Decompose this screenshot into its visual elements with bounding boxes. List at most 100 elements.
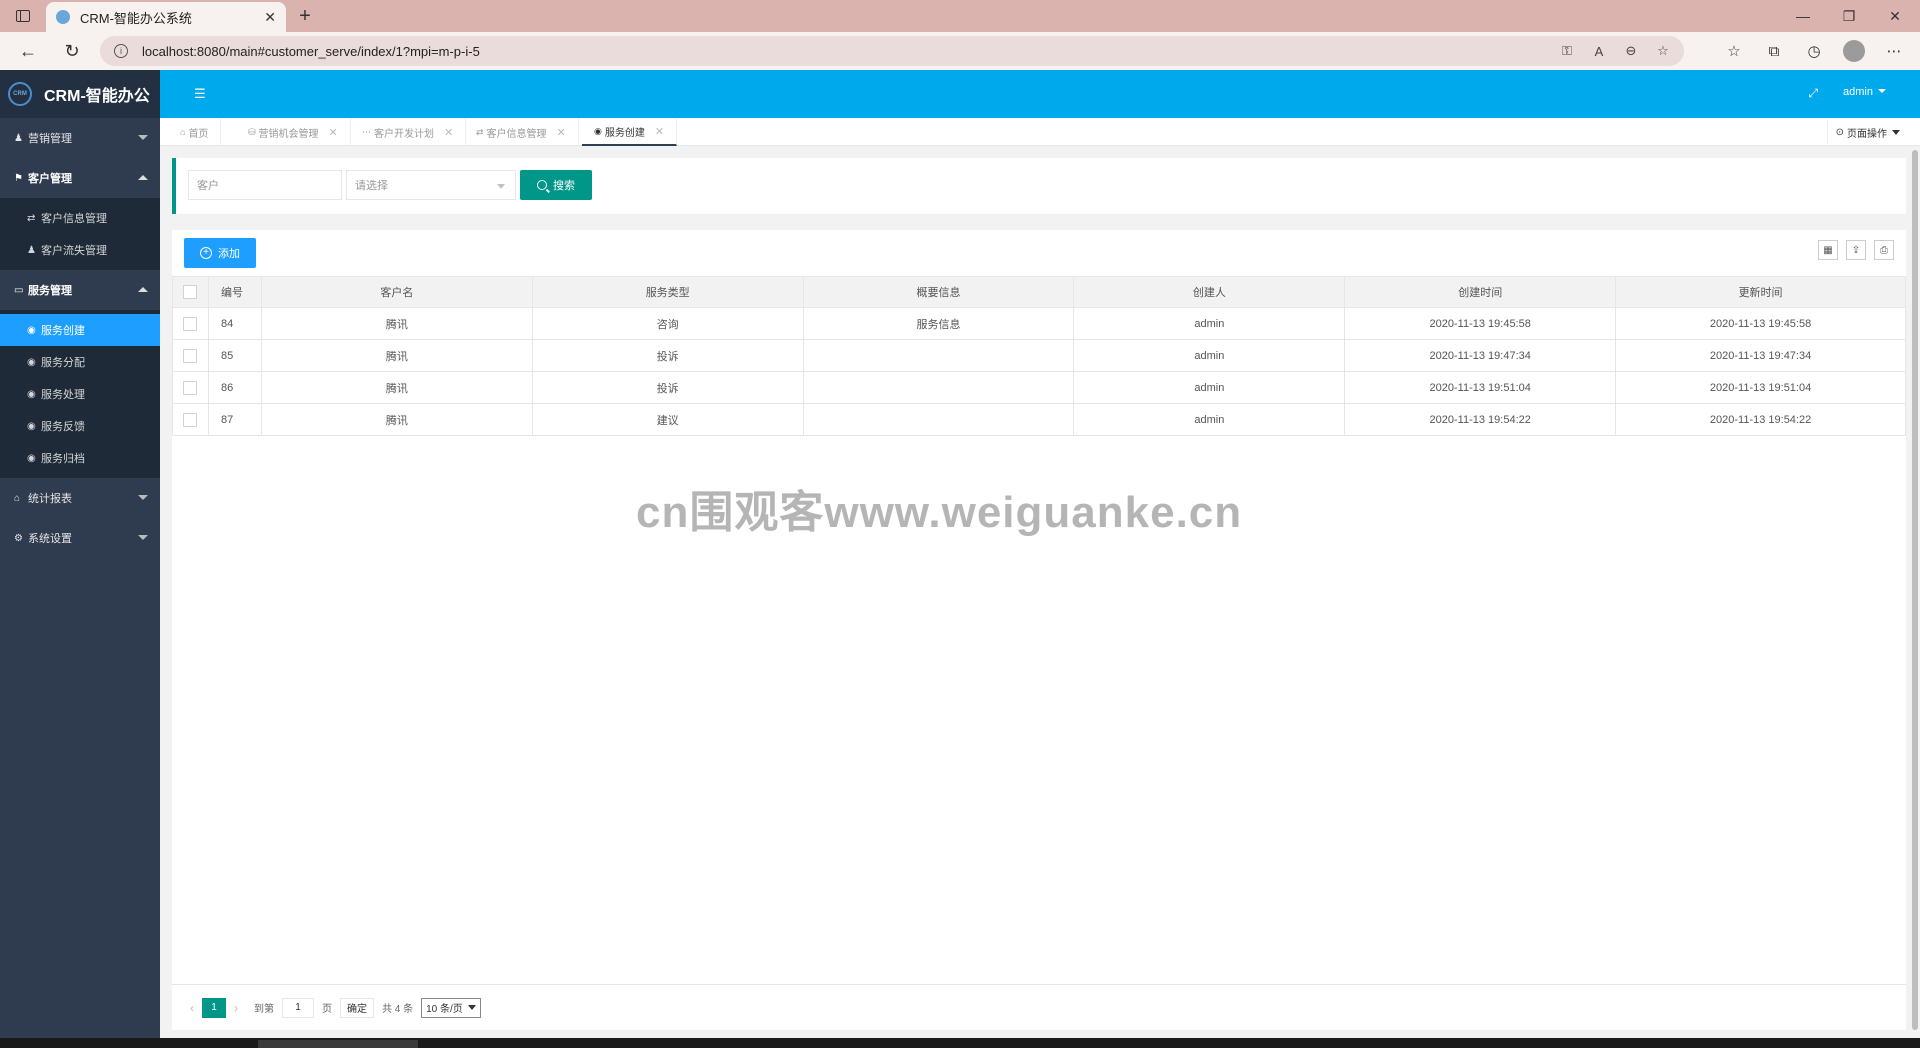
prev-page-icon[interactable]: ‹: [190, 1001, 194, 1015]
chevron-up-icon: [138, 175, 148, 180]
history-icon[interactable]: ◷: [1798, 38, 1830, 64]
favorite-star-icon[interactable]: ☆: [1652, 41, 1674, 61]
row-checkbox[interactable]: [172, 307, 209, 340]
back-icon[interactable]: ←: [14, 38, 42, 64]
read-aloud-icon[interactable]: A: [1588, 41, 1610, 61]
table-row[interactable]: 86 腾讯 投诉 admin 2020-11-13 19:51:04 2020-…: [172, 371, 1906, 404]
cell-service-type: 投诉: [531, 339, 804, 372]
cell-summary: [802, 371, 1075, 404]
cell-creator: admin: [1073, 339, 1346, 372]
page-size-select[interactable]: 10 条/页: [421, 997, 481, 1018]
column-header-created-at[interactable]: 创建时间: [1344, 276, 1617, 308]
next-page-icon[interactable]: ›: [234, 1001, 238, 1015]
refresh-icon[interactable]: ↻: [58, 38, 86, 64]
export-icon[interactable]: ⇪: [1846, 240, 1866, 260]
key-icon[interactable]: ⚿: [1556, 41, 1578, 61]
database-icon: ⛁: [248, 126, 256, 137]
plus-circle-icon: +: [200, 247, 212, 259]
cell-id: 84: [207, 307, 262, 340]
tab-home[interactable]: ⌂ 首页: [168, 118, 222, 146]
table-row[interactable]: 87 腾讯 建议 admin 2020-11-13 19:54:22 2020-…: [172, 403, 1906, 436]
browser-tab[interactable]: CRM-智能办公系统 ✕: [46, 2, 286, 32]
column-header-summary[interactable]: 概要信息: [802, 276, 1075, 308]
print-icon[interactable]: ⎙: [1874, 240, 1894, 260]
menu-group-service[interactable]: ▭ 服务管理: [0, 270, 160, 310]
column-header-updated-at[interactable]: 更新时间: [1615, 276, 1906, 308]
menu-group-settings[interactable]: ⚙ 系统设置: [0, 518, 160, 558]
column-header-creator[interactable]: 创建人: [1073, 276, 1346, 308]
cell-created-at: 2020-11-13 19:47:34: [1344, 339, 1617, 372]
chevron-up-icon: [138, 287, 148, 292]
row-checkbox[interactable]: [172, 403, 209, 436]
cell-creator: admin: [1073, 403, 1346, 436]
page-operations-dropdown[interactable]: ⊙ 页面操作: [1826, 120, 1908, 144]
fullscreen-icon[interactable]: ⤢: [1808, 86, 1818, 101]
close-tab-icon[interactable]: ✕: [329, 126, 338, 139]
column-header-customer[interactable]: 客户名: [260, 276, 533, 308]
more-icon[interactable]: ⋯: [1878, 38, 1910, 64]
search-button[interactable]: 搜索: [520, 170, 592, 200]
close-tab-icon[interactable]: ✕: [557, 126, 566, 139]
close-window-icon[interactable]: ✕: [1872, 0, 1918, 32]
select-all-checkbox[interactable]: [172, 276, 209, 308]
menu-group-customer[interactable]: ⚑ 客户管理: [0, 158, 160, 198]
info-icon[interactable]: i: [114, 44, 128, 58]
taskbar-item[interactable]: [258, 1040, 418, 1048]
page-tabs: ⌂ 首页 ⛁ 营销机会管理 ✕ ⋯ 客户开发计划 ✕ ⇄ 客户信息管理 ✕ ◉ …: [160, 118, 1920, 146]
table-row[interactable]: 85 腾讯 投诉 admin 2020-11-13 19:47:34 2020-…: [172, 339, 1906, 372]
menu-group-reports[interactable]: ⌂ 统计报表: [0, 478, 160, 518]
service-type-select[interactable]: 请选择: [346, 170, 516, 200]
page-1-button[interactable]: 1: [202, 997, 226, 1018]
confirm-page-button[interactable]: 确定: [340, 997, 374, 1018]
url-text[interactable]: localhost:8080/main#customer_serve/index…: [142, 44, 480, 59]
minimize-icon[interactable]: —: [1780, 0, 1826, 32]
tab-marketing-opportunity[interactable]: ⛁ 营销机会管理 ✕: [236, 118, 351, 146]
cell-updated-at: 2020-11-13 19:54:22: [1615, 403, 1906, 436]
page-unit-label: 页: [322, 1004, 332, 1015]
sidebar-item-service-assign[interactable]: ◉ 服务分配: [0, 346, 160, 378]
column-header-id[interactable]: 编号: [207, 276, 262, 308]
profile-icon[interactable]: [1838, 38, 1870, 64]
browser-sidebar-icon[interactable]: [10, 6, 36, 26]
close-tab-icon[interactable]: ✕: [444, 126, 453, 139]
cell-summary: [802, 339, 1075, 372]
dashboard-icon: ◉: [27, 356, 36, 368]
column-header-service-type[interactable]: 服务类型: [531, 276, 804, 308]
vertical-scrollbar[interactable]: [1912, 150, 1918, 1030]
favorites-icon[interactable]: ☆: [1718, 38, 1750, 64]
sidebar-item-service-process[interactable]: ◉ 服务处理: [0, 378, 160, 410]
chevron-down-icon: [138, 495, 148, 500]
app-logo[interactable]: CRM CRM-智能办公: [0, 70, 160, 118]
sidebar-item-customer-loss[interactable]: ♟ 客户流失管理: [0, 234, 160, 266]
restore-icon[interactable]: ❐: [1826, 0, 1872, 32]
zoom-out-icon[interactable]: ⊖: [1620, 41, 1642, 61]
cell-created-at: 2020-11-13 19:54:22: [1344, 403, 1617, 436]
sidebar-item-service-feedback[interactable]: ◉ 服务反馈: [0, 410, 160, 442]
new-tab-icon[interactable]: +: [292, 4, 318, 28]
menu-group-marketing[interactable]: ♟ 营销管理: [0, 118, 160, 158]
sidebar-item-service-create[interactable]: ◉ 服务创建: [0, 314, 160, 346]
columns-filter-icon[interactable]: ▦: [1818, 240, 1838, 260]
tab-customer-dev-plan[interactable]: ⋯ 客户开发计划 ✕: [350, 118, 467, 146]
menu-toggle-icon[interactable]: ☰: [194, 86, 208, 101]
user-menu[interactable]: admin: [1843, 86, 1886, 98]
table-panel: + 添加 ▦ ⇪ ⎙ 编号 客户名 服务类型 概要信息 创建人 创建时间 更新时…: [172, 230, 1906, 1030]
cell-customer: 腾讯: [260, 403, 533, 436]
page-number-input[interactable]: 1: [282, 997, 314, 1018]
sidebar-item-customer-info[interactable]: ⇄ 客户信息管理: [0, 202, 160, 234]
add-button[interactable]: + 添加: [184, 238, 256, 268]
close-tab-icon[interactable]: ✕: [264, 9, 276, 26]
close-tab-icon[interactable]: ✕: [655, 125, 664, 138]
tab-customer-info[interactable]: ⇄ 客户信息管理 ✕: [464, 118, 579, 146]
table-header-row: 编号 客户名 服务类型 概要信息 创建人 创建时间 更新时间: [172, 276, 1906, 308]
collections-icon[interactable]: ⧉: [1758, 38, 1790, 64]
exchange-icon: ⇄: [27, 212, 36, 224]
tab-service-create[interactable]: ◉ 服务创建 ✕: [582, 118, 678, 146]
row-checkbox[interactable]: [172, 339, 209, 372]
sidebar-item-service-archive[interactable]: ◉ 服务归档: [0, 442, 160, 474]
customer-search-input[interactable]: 客户: [188, 170, 342, 200]
url-bar[interactable]: i localhost:8080/main#customer_serve/ind…: [100, 36, 1684, 66]
submenu-service: ◉ 服务创建 ◉ 服务分配 ◉ 服务处理 ◉ 服务反馈 ◉ 服务归档: [0, 310, 160, 478]
row-checkbox[interactable]: [172, 371, 209, 404]
table-row[interactable]: 84 腾讯 咨询 服务信息 admin 2020-11-13 19:45:58 …: [172, 307, 1906, 340]
